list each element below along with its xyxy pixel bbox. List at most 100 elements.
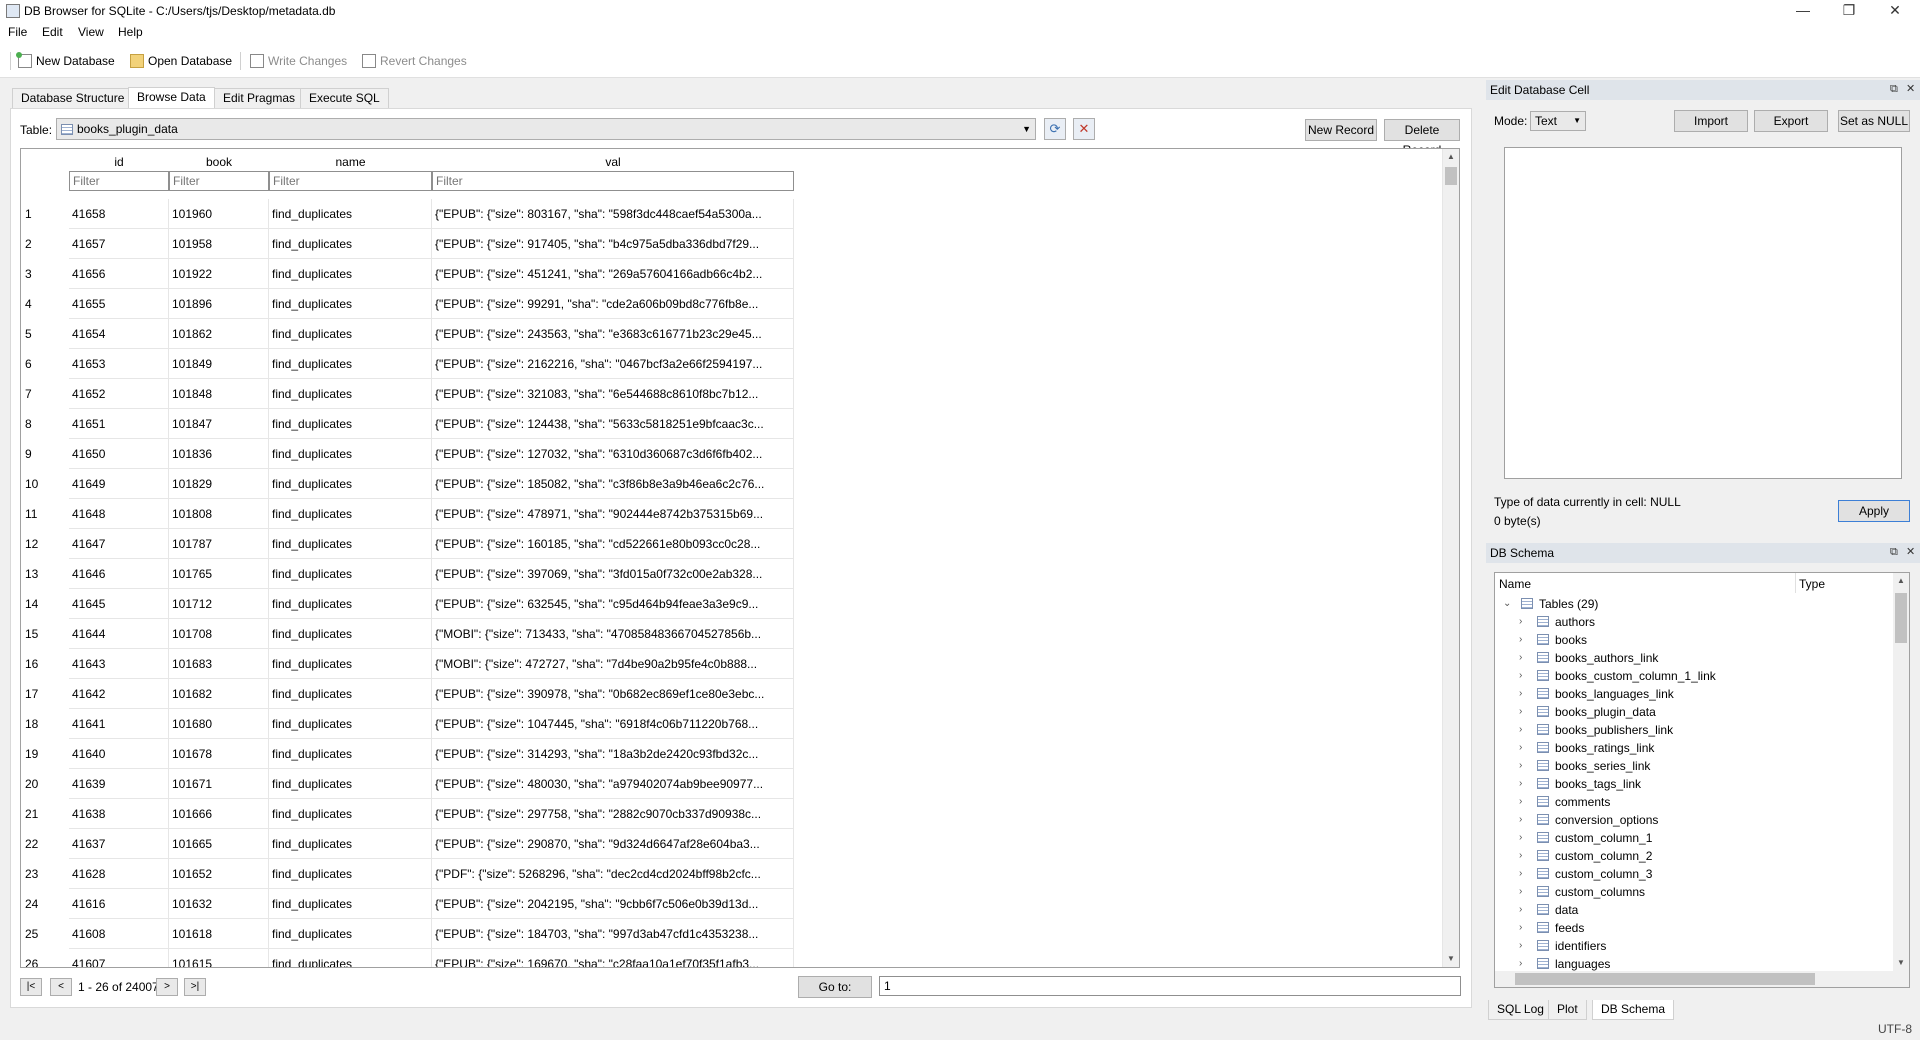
goto-input[interactable]: 1 <box>879 976 1461 996</box>
cell-name[interactable]: find_duplicates <box>269 619 432 649</box>
cell-val[interactable]: {"EPUB": {"size": 321083, "sha": "6e5446… <box>432 379 794 409</box>
cell-name[interactable]: find_duplicates <box>269 199 432 229</box>
cell-name[interactable]: find_duplicates <box>269 409 432 439</box>
row-number[interactable]: 1 <box>25 207 32 221</box>
tree-node-tables[interactable]: ⌄ Tables (29) <box>1495 595 1891 613</box>
chevron-right-icon[interactable]: › <box>1519 757 1522 775</box>
filter-input-name[interactable] <box>269 171 432 191</box>
cell-val[interactable]: {"EPUB": {"size": 632545, "sha": "c95d46… <box>432 589 794 619</box>
tree-item-table[interactable]: › books_tags_link <box>1495 775 1891 793</box>
chevron-right-icon[interactable]: › <box>1519 883 1522 901</box>
row-number[interactable]: 12 <box>25 537 38 551</box>
row-number[interactable]: 11 <box>25 507 37 521</box>
table-row[interactable]: 21 41638 101666 find_duplicates {"EPUB": {"s… <box>21 799 1441 829</box>
cell-val[interactable]: {"EPUB": {"size": 803167, "sha": "598f3d… <box>432 199 794 229</box>
cell-val[interactable]: {"EPUB": {"size": 1047445, "sha": "6918f… <box>432 709 794 739</box>
cell-book[interactable]: 101808 <box>169 499 269 529</box>
row-number[interactable]: 18 <box>25 717 38 731</box>
cell-name[interactable]: find_duplicates <box>269 319 432 349</box>
chevron-right-icon[interactable]: › <box>1519 721 1522 739</box>
table-row[interactable]: 25 41608 101618 find_duplicates {"EPUB": {"s… <box>21 919 1441 949</box>
cell-name[interactable]: find_duplicates <box>269 499 432 529</box>
menu-help[interactable]: Help <box>118 25 143 39</box>
close-button[interactable]: ✕ <box>1872 0 1918 22</box>
cell-name[interactable]: find_duplicates <box>269 799 432 829</box>
close-panel-icon[interactable]: ✕ <box>1906 545 1915 558</box>
tab-edit-pragmas[interactable]: Edit Pragmas <box>214 88 305 108</box>
cell-name[interactable]: find_duplicates <box>269 769 432 799</box>
cell-book[interactable]: 101847 <box>169 409 269 439</box>
table-row[interactable]: 19 41640 101678 find_duplicates {"EPUB": {"s… <box>21 739 1441 769</box>
row-number[interactable]: 6 <box>25 357 32 371</box>
cell-val[interactable]: {"EPUB": {"size": 127032, "sha": "6310d3… <box>432 439 794 469</box>
cell-id[interactable]: 41649 <box>69 469 169 499</box>
chevron-down-icon[interactable]: ⌄ <box>1503 595 1511 613</box>
cell-id[interactable]: 41608 <box>69 919 169 949</box>
tab-database-structure[interactable]: Database Structure <box>12 88 134 108</box>
new-database-button[interactable]: New Database <box>16 52 115 70</box>
chevron-right-icon[interactable]: › <box>1519 739 1522 757</box>
cell-val[interactable]: {"EPUB": {"size": 169670, "sha": "c28faa… <box>432 949 794 967</box>
revert-changes-button[interactable]: Revert Changes <box>362 52 467 70</box>
row-number[interactable]: 2 <box>25 237 32 251</box>
cell-val[interactable]: {"EPUB": {"size": 160185, "sha": "cd5226… <box>432 529 794 559</box>
tree-item-table[interactable]: › identifiers <box>1495 937 1891 955</box>
cell-book[interactable]: 101712 <box>169 589 269 619</box>
cell-book[interactable]: 101765 <box>169 559 269 589</box>
tab-db-schema[interactable]: DB Schema <box>1592 1000 1675 1020</box>
table-row[interactable]: 12 41647 101787 find_duplicates {"EPUB": {"s… <box>21 529 1441 559</box>
cell-book[interactable]: 101618 <box>169 919 269 949</box>
cell-book[interactable]: 101836 <box>169 439 269 469</box>
cell-book[interactable]: 101683 <box>169 649 269 679</box>
chevron-right-icon[interactable]: › <box>1519 649 1522 667</box>
cell-book[interactable]: 101862 <box>169 319 269 349</box>
table-row[interactable]: 22 41637 101665 find_duplicates {"EPUB": {"s… <box>21 829 1441 859</box>
table-select[interactable]: books_plugin_data ▼ <box>56 118 1036 140</box>
table-row[interactable]: 13 41646 101765 find_duplicates {"EPUB": {"s… <box>21 559 1441 589</box>
tree-item-table[interactable]: › conversion_options <box>1495 811 1891 829</box>
row-number[interactable]: 23 <box>25 867 38 881</box>
tree-item-table[interactable]: › comments <box>1495 793 1891 811</box>
cell-book[interactable]: 101615 <box>169 949 269 967</box>
table-row[interactable]: 9 41650 101836 find_duplicates {"EPUB": {"si… <box>21 439 1441 469</box>
minimize-button[interactable]: — <box>1780 0 1826 22</box>
cell-book[interactable]: 101680 <box>169 709 269 739</box>
cell-id[interactable]: 41628 <box>69 859 169 889</box>
delete-record-button[interactable]: Delete Record <box>1384 119 1460 157</box>
chevron-right-icon[interactable]: › <box>1519 901 1522 919</box>
cell-id[interactable]: 41644 <box>69 619 169 649</box>
cell-id[interactable]: 41653 <box>69 349 169 379</box>
tree-item-table[interactable]: › authors <box>1495 613 1891 631</box>
cell-name[interactable]: find_duplicates <box>269 379 432 409</box>
chevron-right-icon[interactable]: › <box>1519 937 1522 955</box>
cell-val[interactable]: {"EPUB": {"size": 290870, "sha": "9d324d… <box>432 829 794 859</box>
menu-edit[interactable]: Edit <box>42 25 63 39</box>
goto-button[interactable]: Go to: <box>798 976 872 998</box>
cell-id[interactable]: 41655 <box>69 289 169 319</box>
chevron-right-icon[interactable]: › <box>1519 631 1522 649</box>
cell-val[interactable]: {"MOBI": {"size": 713433, "sha": "470858… <box>432 619 794 649</box>
scroll-thumb[interactable] <box>1895 593 1907 643</box>
table-row[interactable]: 24 41616 101632 find_duplicates {"EPUB": {"s… <box>21 889 1441 919</box>
row-number[interactable]: 8 <box>25 417 32 431</box>
row-number[interactable]: 5 <box>25 327 32 341</box>
cell-name[interactable]: find_duplicates <box>269 829 432 859</box>
cell-book[interactable]: 101849 <box>169 349 269 379</box>
tree-item-table[interactable]: › books_authors_link <box>1495 649 1891 667</box>
tree-item-table[interactable]: › books_publishers_link <box>1495 721 1891 739</box>
cell-id[interactable]: 41648 <box>69 499 169 529</box>
cell-val[interactable]: {"EPUB": {"size": 99291, "sha": "cde2a60… <box>432 289 794 319</box>
cell-book[interactable]: 101922 <box>169 259 269 289</box>
cell-id[interactable]: 41641 <box>69 709 169 739</box>
row-number[interactable]: 20 <box>25 777 38 791</box>
cell-name[interactable]: find_duplicates <box>269 919 432 949</box>
table-row[interactable]: 10 41649 101829 find_duplicates {"EPUB": {"s… <box>21 469 1441 499</box>
column-header-book[interactable]: book <box>169 155 269 169</box>
tree-item-table[interactable]: › data <box>1495 901 1891 919</box>
row-number[interactable]: 13 <box>25 567 38 581</box>
filter-input-book[interactable] <box>169 171 269 191</box>
menu-file[interactable]: File <box>8 25 27 39</box>
cell-val[interactable]: {"EPUB": {"size": 478971, "sha": "902444… <box>432 499 794 529</box>
table-row[interactable]: 1 41658 101960 find_duplicates {"EPUB": {"si… <box>21 199 1441 229</box>
cell-val[interactable]: {"EPUB": {"size": 2162216, "sha": "0467b… <box>432 349 794 379</box>
